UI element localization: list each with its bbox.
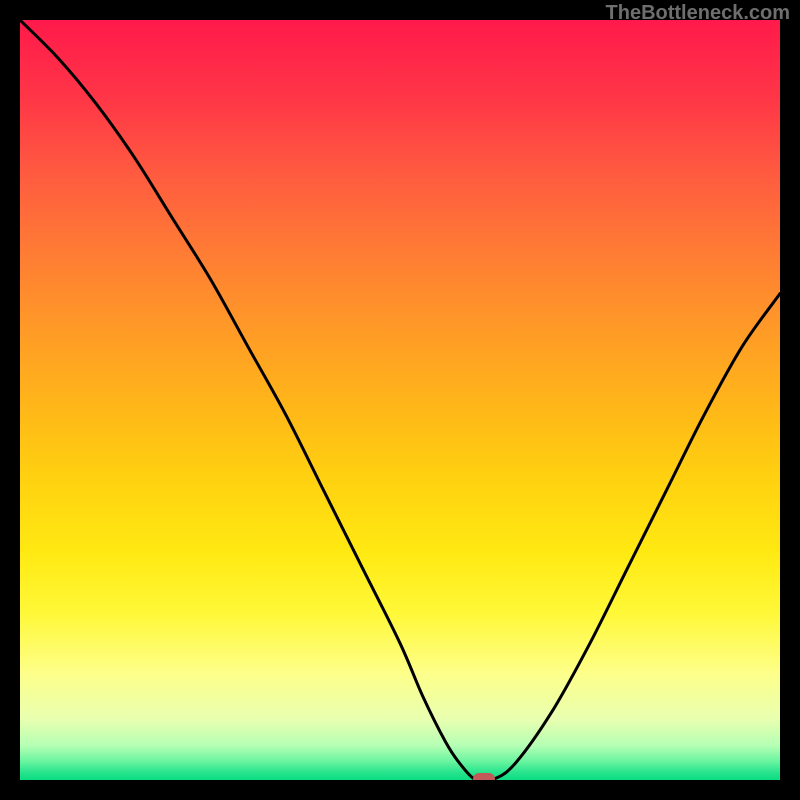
plot-area [20, 20, 780, 780]
curve-line [20, 20, 780, 780]
watermark-text: TheBottleneck.com [606, 2, 790, 25]
optimal-point-marker [473, 773, 495, 780]
